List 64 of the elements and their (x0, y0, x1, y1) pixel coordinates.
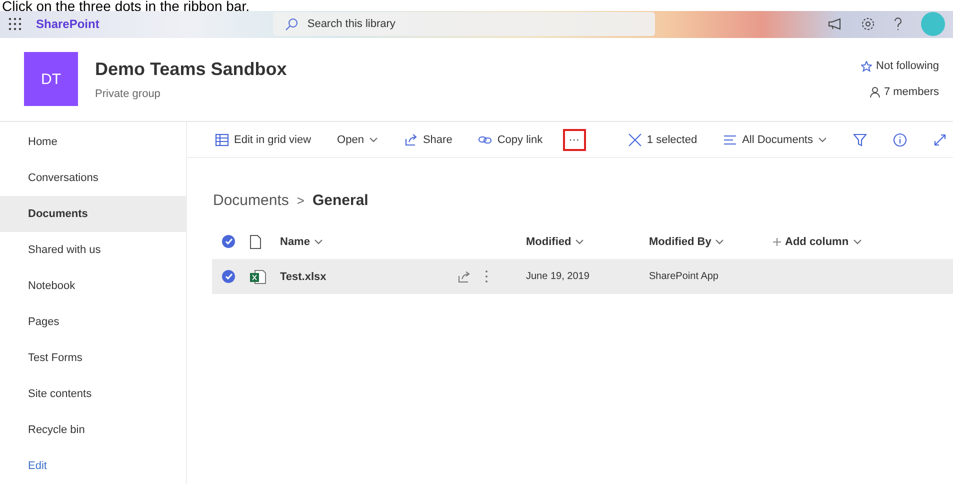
search-field[interactable]: Search this library (273, 12, 656, 36)
checkmark-icon (224, 273, 232, 280)
nav-item[interactable]: Documents (0, 196, 186, 232)
column-header[interactable]: Name (280, 236, 458, 248)
chevron-down-icon (818, 137, 827, 143)
file-name[interactable]: Test.xlsx (280, 270, 458, 282)
open-button[interactable]: Open (331, 129, 384, 151)
copy-link-button[interactable]: Copy link (472, 128, 549, 152)
breadcrumb-separator: > (296, 192, 304, 208)
edit-grid-button[interactable]: Edit in grid view (209, 128, 318, 152)
column-header[interactable]: Add column (773, 236, 953, 248)
follow-link[interactable]: Not following (876, 60, 939, 72)
nav-item[interactable]: Home (0, 124, 186, 160)
nav-item[interactable]: Conversations (0, 160, 186, 196)
breadcrumb-link[interactable]: Documents (213, 192, 289, 208)
breadcrumb-current: General (312, 192, 368, 208)
chevron-down-icon (715, 238, 724, 244)
settings-icon[interactable] (861, 17, 875, 32)
share-icon[interactable] (458, 270, 471, 282)
nav-item[interactable]: Recycle bin (0, 412, 186, 448)
modified-date: June 19, 2019 (526, 271, 590, 282)
file-row[interactable]: Test.xlsx June 19, 2019 SharePoint App (212, 259, 953, 294)
help-icon[interactable] (893, 17, 903, 32)
lines-icon (723, 133, 738, 147)
star-icon (861, 60, 872, 72)
more-button[interactable]: ··· (562, 129, 586, 151)
site-title: Demo Teams Sandbox (95, 58, 287, 80)
row-checkbox[interactable] (222, 270, 235, 283)
spreadsheet-file-icon (250, 270, 266, 284)
nav-item[interactable]: Test Forms (0, 340, 186, 376)
select-all-checkbox[interactable] (222, 235, 235, 248)
site-subtitle: Private group (95, 88, 162, 100)
modified-by: SharePoint App (649, 271, 720, 282)
view-selector[interactable]: All Documents (717, 128, 833, 152)
app-launcher-icon[interactable] (8, 17, 22, 32)
chevron-down-icon (852, 238, 862, 244)
members-link[interactable]: 7 members (884, 86, 939, 98)
nav-item[interactable]: Edit (0, 448, 186, 484)
share-icon (404, 133, 418, 147)
chevron-down-icon (575, 238, 584, 244)
app-name[interactable]: SharePoint (36, 17, 100, 32)
nav-item[interactable]: Notebook (0, 268, 186, 304)
more-icon[interactable] (485, 270, 488, 283)
megaphone-icon[interactable] (828, 18, 843, 30)
clear-selection-button[interactable]: 1 selected (622, 128, 704, 152)
site-logo: DT (24, 52, 78, 106)
share-button[interactable]: Share (398, 128, 458, 152)
column-header[interactable]: Modified By (649, 236, 773, 248)
info-icon (893, 133, 907, 147)
chevron-down-icon (314, 238, 323, 244)
grid-icon (215, 133, 229, 147)
column-header[interactable]: Modified (526, 236, 649, 248)
search-icon (285, 18, 298, 32)
close-icon (628, 133, 642, 147)
nav-item[interactable]: Pages (0, 304, 186, 340)
filter-icon (853, 133, 867, 147)
checkmark-icon (224, 238, 232, 245)
plus-icon (773, 238, 781, 246)
nav-item[interactable]: Shared with us (0, 232, 186, 268)
file-type-icon (250, 234, 261, 248)
person-icon (870, 86, 880, 98)
nav-item[interactable]: Site contents (0, 376, 186, 412)
expand-icon (933, 133, 947, 147)
chevron-down-icon (368, 137, 378, 143)
